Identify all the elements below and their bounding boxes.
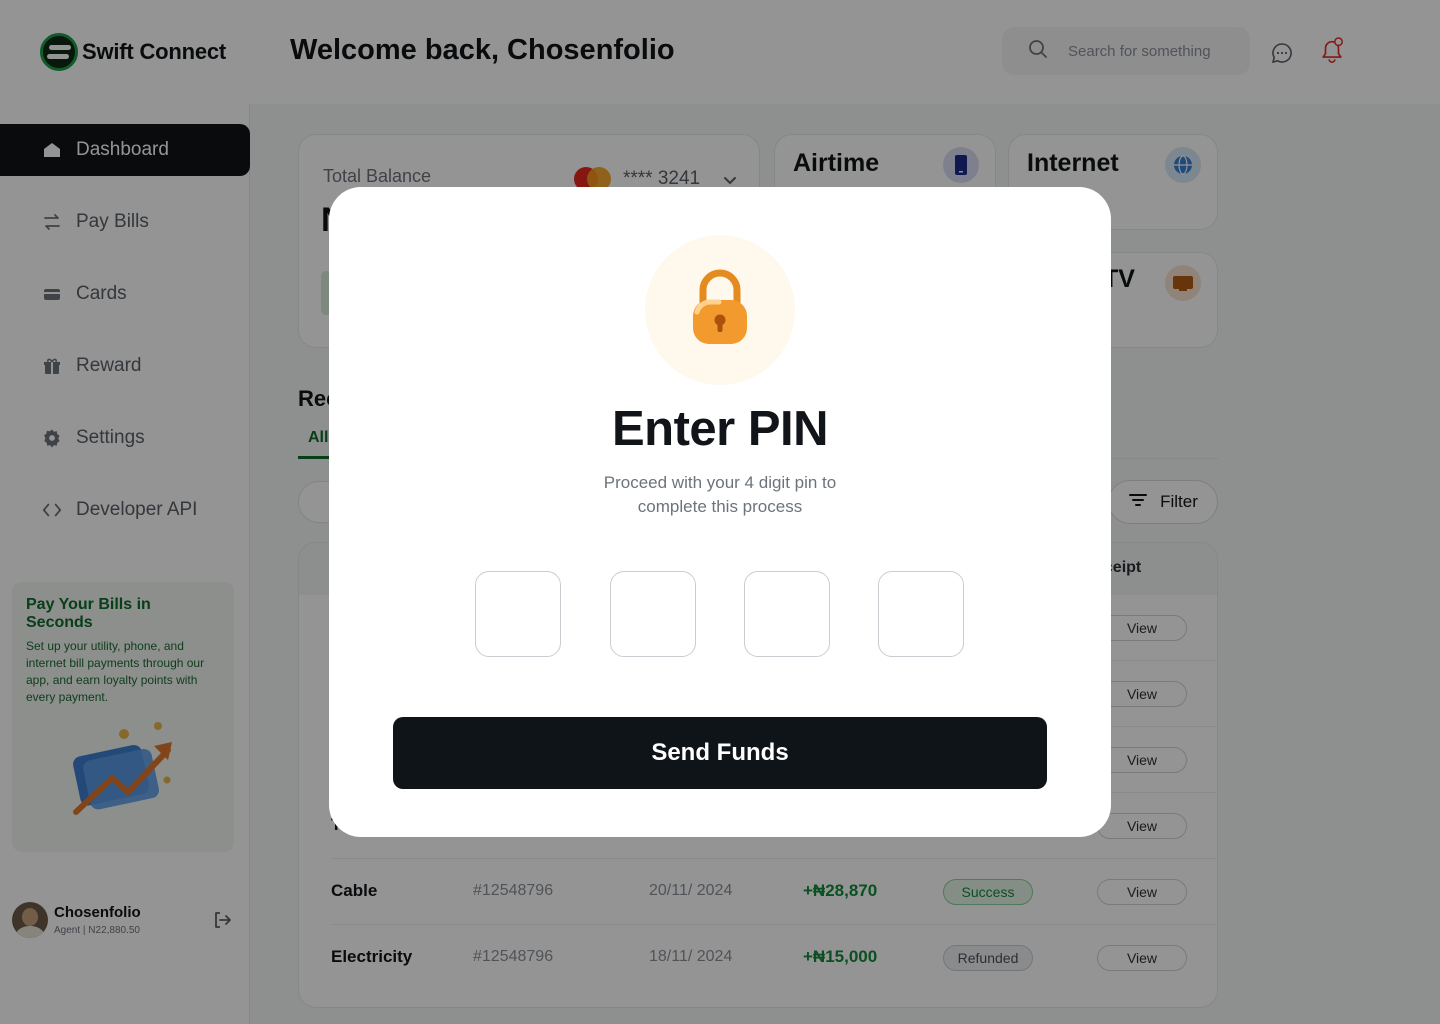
pin-digit-4[interactable] — [878, 571, 964, 657]
padlock-icon — [689, 268, 751, 353]
modal-title: Enter PIN — [611, 402, 829, 456]
lock-badge — [645, 235, 795, 385]
pin-modal: Enter PIN Proceed with your 4 digit pin … — [329, 187, 1111, 837]
pin-digit-3[interactable] — [744, 571, 830, 657]
send-funds-button[interactable]: Send Funds — [393, 717, 1047, 789]
pin-digit-2[interactable] — [610, 571, 696, 657]
modal-subtitle: Proceed with your 4 digit pin to complet… — [603, 473, 837, 516]
pin-digit-1[interactable] — [475, 571, 561, 657]
